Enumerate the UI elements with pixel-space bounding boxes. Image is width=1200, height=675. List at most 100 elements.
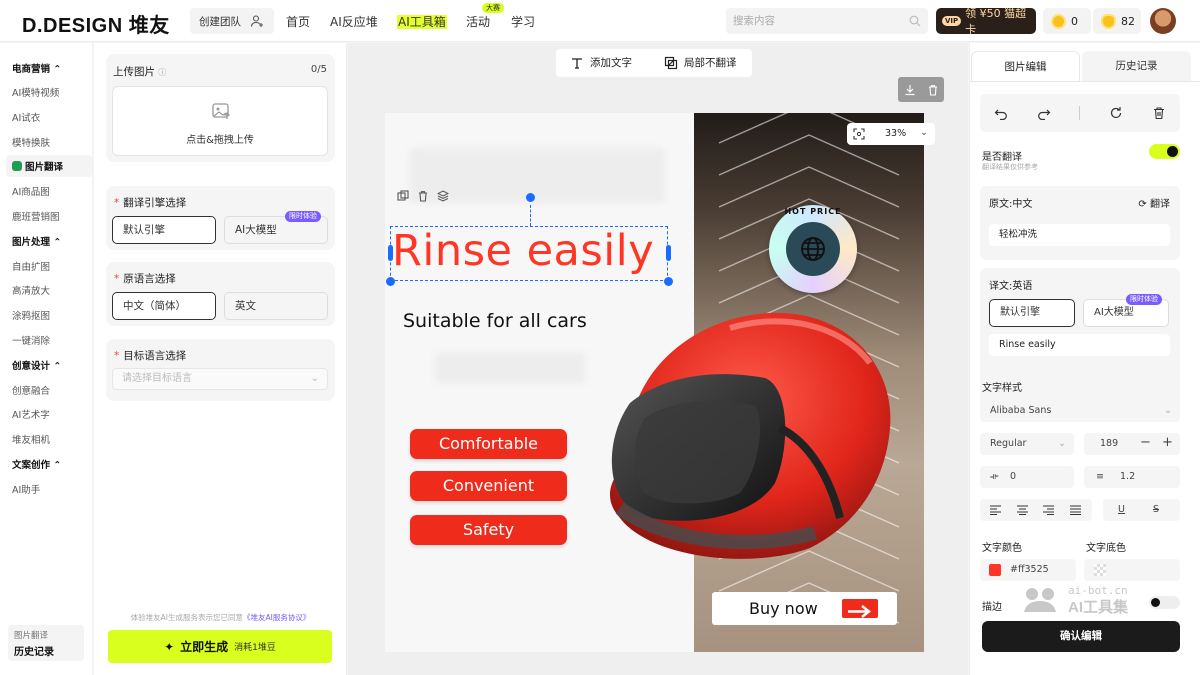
- trash-icon[interactable]: [417, 190, 429, 202]
- confirm-edit-button[interactable]: 确认编辑: [982, 621, 1180, 652]
- sidebar-section-ecommerce[interactable]: 电商营销 ⌃: [12, 61, 61, 75]
- sidebar-item-art-text[interactable]: AI艺术字: [12, 407, 50, 421]
- text-color-field[interactable]: #ff3525: [980, 559, 1076, 581]
- upload-dropzone[interactable]: 点击&拖拽上传: [112, 86, 328, 156]
- target-lang-select[interactable]: 请选择目标语言 ⌄: [112, 368, 328, 390]
- font-family-value: Alibaba Sans: [990, 405, 1052, 416]
- sidebar-item-erase[interactable]: 一键消除: [12, 333, 50, 347]
- info-icon[interactable]: ⓘ: [158, 68, 166, 77]
- letter-spacing-field[interactable]: ⟛ 0: [980, 466, 1074, 488]
- plus-icon[interactable]: +: [1162, 432, 1173, 454]
- sidebar-item-camera[interactable]: 堆友相机: [12, 432, 50, 446]
- translate-toggle[interactable]: [1149, 144, 1180, 159]
- coin-balance[interactable]: 0: [1043, 8, 1091, 34]
- generate-button[interactable]: ✦ 立即生成 消耗1堆豆: [108, 630, 332, 663]
- translate-button-label: 翻译: [1150, 199, 1170, 210]
- buy-now-banner[interactable]: Buy now: [712, 592, 897, 625]
- strikethrough-icon[interactable]: S: [1153, 499, 1159, 521]
- sidebar-section-image[interactable]: 图片处理 ⌃: [12, 234, 61, 248]
- undo-icon[interactable]: [994, 106, 1008, 120]
- history-shortcut[interactable]: 图片翻译 历史记录: [8, 625, 84, 661]
- font-size-stepper[interactable]: 189 − +: [1084, 433, 1180, 455]
- layers-icon[interactable]: [437, 190, 449, 202]
- resize-handle-left[interactable]: [388, 245, 393, 261]
- sidebar-item-ai-assistant[interactable]: AI助手: [12, 482, 40, 496]
- avatar[interactable]: [1150, 8, 1176, 34]
- stroke-toggle[interactable]: [1149, 596, 1180, 609]
- translate-button[interactable]: ⟳ 翻译: [1138, 195, 1170, 210]
- delete-icon[interactable]: [927, 84, 939, 96]
- feature-pill[interactable]: Convenient: [410, 471, 567, 501]
- sidebar-item-fusion[interactable]: 创意融合: [12, 383, 50, 397]
- source-chinese-option[interactable]: 中文（简体）: [112, 292, 216, 320]
- service-agreement-link[interactable]: 《堆友AI服务协议》: [243, 613, 310, 622]
- source-english-option[interactable]: 英文: [224, 292, 328, 320]
- nav-activities[interactable]: 活动: [466, 13, 490, 30]
- sidebar-section-copywriting[interactable]: 文案创作 ⌃: [12, 457, 61, 471]
- search-icon[interactable]: [909, 15, 921, 27]
- sidebar-item-image-translate[interactable]: 图片翻译: [12, 159, 63, 173]
- zoom-control[interactable]: 33% ⌄: [847, 123, 935, 145]
- target-text-field[interactable]: Rinse easily: [989, 334, 1170, 356]
- align-right-icon[interactable]: [1043, 505, 1054, 515]
- redo-icon[interactable]: [1037, 106, 1051, 120]
- add-text-button[interactable]: 添加文字: [570, 55, 632, 70]
- sidebar-item-cutout[interactable]: 涂鸦抠图: [12, 308, 50, 322]
- sidebar-item-model-skin[interactable]: 模特换肤: [12, 135, 50, 149]
- duplicate-icon[interactable]: [397, 190, 409, 202]
- partial-no-translate-button[interactable]: 局部不翻译: [664, 55, 737, 70]
- tab-history[interactable]: 历史记录: [1082, 51, 1191, 81]
- sidebar-item-ai-product[interactable]: AI商品图: [12, 184, 50, 198]
- text-bg-color-field[interactable]: [1084, 559, 1180, 581]
- font-weight-select[interactable]: Regular ⌄: [980, 433, 1074, 455]
- coin-icon: [1051, 13, 1066, 29]
- create-team-button[interactable]: 创建团队: [190, 8, 274, 34]
- trash-icon[interactable]: [1152, 106, 1166, 120]
- source-text-field[interactable]: 轻松冲洗: [989, 224, 1170, 246]
- rotate-handle[interactable]: [526, 193, 535, 202]
- tab-image-edit[interactable]: 图片编辑: [971, 51, 1080, 81]
- logo[interactable]: D.DESIGN 堆友: [22, 9, 170, 38]
- nav-ai-reactor-label: AI反应堆: [330, 15, 378, 29]
- text-selection-box[interactable]: [390, 226, 668, 281]
- section-title: 文案创作: [12, 460, 51, 471]
- sidebar-item-ai-tryon[interactable]: AI试衣: [12, 110, 40, 124]
- nav-home[interactable]: 首页: [286, 13, 310, 30]
- nav-learn[interactable]: 学习: [511, 13, 535, 30]
- resize-handle-right[interactable]: [666, 245, 671, 261]
- feature-pill[interactable]: Comfortable: [410, 429, 567, 459]
- sidebar-section-creative[interactable]: 创意设计 ⌃: [12, 358, 61, 372]
- underline-icon[interactable]: U: [1118, 499, 1125, 521]
- font-family-select[interactable]: Alibaba Sans ⌄: [980, 400, 1180, 422]
- color-swatch[interactable]: [989, 564, 1001, 576]
- sidebar-item-upscale[interactable]: 高清放大: [12, 283, 50, 297]
- sidebar-item-luban[interactable]: 鹿班营销图: [12, 209, 60, 223]
- align-justify-icon[interactable]: [1070, 505, 1081, 515]
- poster-image[interactable]: HOT PRICE Rinse easily Suitable for all …: [385, 113, 924, 652]
- target-lang-card: * 目标语言选择 请选择目标语言 ⌄: [106, 339, 335, 401]
- poster-subtitle[interactable]: Suitable for all cars: [403, 310, 587, 332]
- align-left-icon[interactable]: [990, 505, 1001, 515]
- reset-icon[interactable]: [1109, 106, 1123, 120]
- engine-default-option[interactable]: 默认引擎: [112, 216, 216, 244]
- nav-ai-reactor[interactable]: AI反应堆: [330, 13, 378, 30]
- sidebar-item-expand[interactable]: 自由扩图: [12, 259, 50, 273]
- add-user-icon: [250, 15, 263, 27]
- resize-handle-bl[interactable]: [386, 277, 395, 286]
- download-icon[interactable]: [904, 84, 916, 96]
- fit-screen-icon[interactable]: [853, 128, 865, 140]
- notice-text: 体验堆友AI生成服务表示您已同意: [130, 613, 243, 622]
- resize-handle-br[interactable]: [664, 277, 673, 286]
- line-height-field[interactable]: ≡ 1.2: [1084, 466, 1180, 488]
- engine-default-option[interactable]: 默认引擎: [989, 299, 1075, 327]
- transparent-swatch-icon[interactable]: [1094, 564, 1106, 576]
- sidebar-item-ai-model-video[interactable]: AI模特视频: [12, 85, 59, 99]
- nav-ai-toolbox[interactable]: AI工具箱: [397, 13, 447, 30]
- search-input[interactable]: 搜索内容: [726, 8, 928, 34]
- feature-pill[interactable]: Safety: [410, 515, 567, 545]
- vip-promo-button[interactable]: VIP 领 ¥50 猫超卡: [936, 7, 1036, 36]
- bean-balance[interactable]: 82: [1093, 8, 1141, 34]
- text-style-label: 文字样式: [982, 383, 1022, 394]
- minus-icon[interactable]: −: [1140, 432, 1151, 454]
- align-center-icon[interactable]: [1017, 505, 1028, 515]
